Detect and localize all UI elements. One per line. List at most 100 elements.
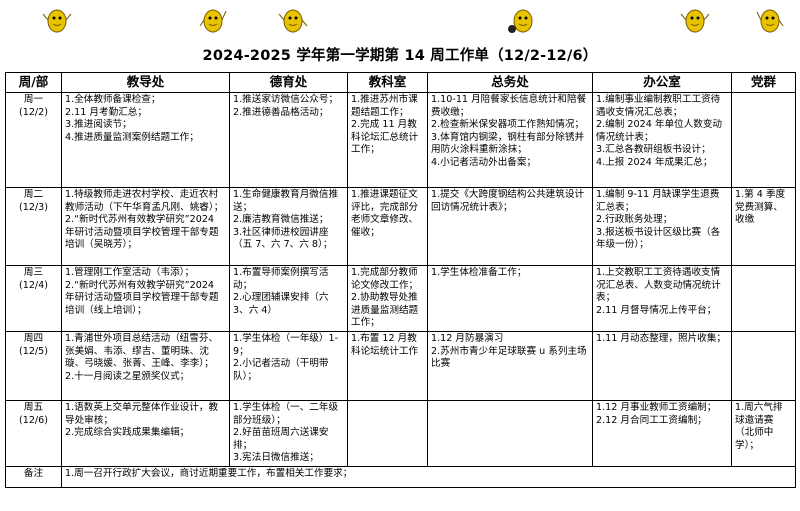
column-header: 总务处 — [427, 72, 593, 93]
task-item: 2.完成综合实践成果集编辑； — [65, 427, 190, 439]
task-item: 3.宪法日微信推送； — [233, 452, 319, 464]
task-cell: 1.推进课题征文评比，完成部分老师文章修改、催收； — [347, 187, 428, 266]
task-cell: 1.全体教师备课检查； 2.11 月考勤汇总； 3.推进阅读节； 4.推进质量监测案例… — [61, 92, 230, 188]
task-item: 2.十一月阅读之星颁奖仪式； — [65, 370, 190, 382]
task-item: 2.“新时代苏州有效教学研究”2024 年研讨活动暨项目学校管理干部专题培训（吴… — [65, 214, 219, 251]
task-item: 1.10-11 月陪餐家长信息统计和陪餐费收缴； — [431, 94, 587, 118]
task-item: 1.11 月动态整理，照片收集； — [596, 332, 726, 344]
task-item: 1.推进课题征文评比，完成部分老师文章修改、催收； — [351, 189, 419, 238]
task-item: 1.生命健康教育月微信推送； — [233, 189, 339, 213]
day-cell: 周五 (12/6) — [5, 399, 62, 467]
task-item: 1.学生体检（一、二年级部分班级）； — [233, 401, 339, 426]
task-item: 2.廉洁教育微信推送； — [233, 214, 329, 226]
task-item: 2.“新时代苏州有效教学研究”2024 年研讨活动暨项目学校管理干部专题培训（线… — [65, 279, 219, 316]
task-cell — [347, 399, 428, 467]
task-cell — [731, 265, 796, 332]
task-item: 1.完成部分教师论文修改工作； — [351, 267, 419, 291]
mascot-icon — [42, 9, 72, 33]
task-item: 1.推进苏州市课题结题工作； — [351, 94, 418, 118]
task-cell: 1.布置导师案例撰写活动； 2.心理团辅课安排（六 3、六 4） — [229, 265, 348, 332]
day-cell: 周一 (12/2) — [5, 92, 62, 188]
task-item: 4.推进质量监测案例结题工作； — [65, 131, 199, 143]
task-item: 1.周六气排球邀请赛（北师中学）； — [735, 401, 783, 451]
task-item: 2.编制 2024 年单位人数变动情况统计表； — [596, 119, 723, 143]
mascot-icon — [278, 9, 308, 33]
task-cell: 1.语数英上交单元整体作业设计，教导处审核； 2.完成综合实践成果集编辑； — [61, 399, 230, 467]
task-item: 3.体育馆内钢梁，钢柱有部分除锈并用防火涂料重新涂抹； — [431, 131, 585, 156]
task-cell: 1.完成部分教师论文修改工作； 2.协助教导处推进质量监测结题工作； — [347, 265, 428, 332]
task-item: 1.推送家访微信公众号； — [233, 94, 339, 105]
task-cell: 1.提交《大跨度钢结构公共建筑设计回访情况统计表》； — [427, 187, 593, 266]
day-date: (12/6) — [18, 414, 49, 426]
task-item: 4.小记者活动外出备案； — [431, 156, 537, 168]
task-cell: 1.12 月防暴演习 2.苏州市青少年足球联赛 u 系列主场比赛 — [427, 330, 593, 401]
task-item: 1.语数英上交单元整体作业设计，教导处审核； — [65, 401, 219, 426]
day-label: 周四 — [23, 332, 44, 344]
task-item: 2.协助教导处推进质量监测结题工作； — [351, 292, 419, 329]
task-cell: 1.管理刚工作室活动（韦添）； 2.“新时代苏州有效教学研究”2024 年研讨活动… — [61, 265, 230, 332]
task-cell: 1.学生体检（一、二年级部分班级）； 2.好苗苗班周六送课安排； 3.宪法日微信推送… — [229, 399, 348, 467]
mascot-icon — [199, 9, 227, 33]
task-item: 4.上报 2024 年成果汇总； — [596, 156, 713, 168]
task-item: 1.布置导师案例撰写活动； — [233, 267, 329, 291]
task-cell: 1.推进苏州市课题结题工作； 2.完成 11 月教科论坛汇总统计工作； — [347, 92, 428, 188]
task-cell: 1.周六气排球邀请赛（北师中学）； — [731, 399, 796, 467]
task-item: 2.11 月考勤汇总； — [65, 106, 147, 118]
task-item: 3.社区律师进校园讲座（五 7、六 7、六 8）； — [233, 226, 333, 251]
day-label: 周一 — [23, 94, 44, 105]
task-item: 1.12 月防暴演习 — [431, 332, 504, 344]
task-cell: 1.第 4 季度党费测算、收缴 — [731, 187, 796, 266]
task-item: 1.上交教职工工资待遇收支情况汇总表、人数变动情况统计表； — [596, 267, 721, 304]
day-label: 周二 — [23, 189, 44, 200]
day-label: 周五 — [23, 401, 44, 413]
task-cell — [731, 92, 796, 188]
table-row: 周一 (12/2) 1.全体教师备课检查； 2.11 月考勤汇总； 3.推进阅读节； 4.… — [5, 92, 796, 188]
day-date: (12/2) — [18, 106, 49, 118]
task-item: 2.小记者活动（干明带队）； — [233, 358, 329, 382]
note-text: 1.周一召开行政扩大会议，商讨近期重要工作，布置相关工作要求； — [61, 465, 796, 488]
day-label: 周三 — [23, 267, 44, 278]
task-item: 1.第 4 季度党费测算、收缴 — [735, 189, 786, 226]
mascot-icon — [756, 9, 784, 33]
column-header: 办公室 — [592, 72, 732, 93]
day-cell: 周四 (12/5) — [5, 330, 62, 401]
column-header: 教导处 — [61, 72, 230, 93]
task-item: 1.特级教师走进农村学校、走近农村教师活动（下午华育孟凡刚、姚睿）； — [65, 189, 224, 213]
task-item: 1.编制 9-11 月缺课学生退费汇总表； — [596, 189, 720, 213]
task-cell: 1.推送家访微信公众号； 2.推进德善品格活动； — [229, 92, 348, 188]
day-cell: 周二 (12/3) — [5, 187, 62, 266]
task-item: 2.行政账务处理； — [596, 214, 673, 226]
day-date: (12/4) — [18, 279, 49, 291]
header-row: 周/部 教导处 德育处 教科室 总务处 办公室 党群 — [5, 72, 796, 93]
task-item: 1.编制事业编制教职工工资待遇收支情况汇总表； — [596, 94, 721, 118]
task-cell: 1.生命健康教育月微信推送； 2.廉洁教育微信推送； 3.社区律师进校园讲座（五 7… — [229, 187, 348, 266]
task-cell: 1.学生体检（一年级）1-9； 2.小记者活动（干明带队）； — [229, 330, 348, 401]
task-item: 3.报送板书设计区级比赛（各年级一份）； — [596, 226, 721, 251]
note-label: 备注 — [5, 465, 62, 488]
column-header: 德育处 — [229, 72, 348, 93]
day-cell: 周三 (12/4) — [5, 265, 62, 332]
task-cell: 1.10-11 月陪餐家长信息统计和陪餐费收缴； 2.检查新米保安器项工作熟知情况… — [427, 92, 593, 188]
task-cell: 1.布置 12 月教科论坛统计工作 — [347, 330, 428, 401]
task-item: 1.青浦世外项目总结活动（纽雪芬、张美娟、韦添、缪吉、董明珠、沈璇、弓晓媛、张菁… — [65, 332, 219, 370]
task-item: 1.布置 12 月教科论坛统计工作 — [351, 332, 419, 357]
table-row: 周二 (12/3) 1.特级教师走进农村学校、走近农村教师活动（下午华育孟凡刚、姚睿… — [5, 187, 796, 266]
task-item: 3.推进阅读节； — [65, 119, 132, 131]
task-item: 1.提交《大跨度钢结构公共建筑设计回访情况统计表》； — [431, 189, 585, 213]
mascot-banner — [0, 2, 800, 36]
column-header: 教科室 — [347, 72, 428, 93]
task-item: 2.好苗苗班周六送课安排； — [233, 427, 329, 451]
task-item: 1.学生体检准备工作； — [431, 267, 527, 278]
column-header: 周/部 — [5, 72, 62, 93]
task-cell — [731, 330, 796, 401]
task-item: 1.全体教师备课检查； — [65, 94, 161, 105]
schedule-body: 周一 (12/2) 1.全体教师备课检查； 2.11 月考勤汇总； 3.推进阅读节； 4.… — [5, 92, 796, 467]
task-cell: 1.青浦世外项目总结活动（纽雪芬、张美娟、韦添、缪吉、董明珠、沈璇、弓晓媛、张菁… — [61, 330, 230, 401]
task-item: 1.12 月事业教师工资编制； — [596, 401, 717, 413]
task-cell — [427, 399, 593, 467]
task-item: 2.12 月合同工工资编制； — [596, 414, 707, 426]
task-cell: 1.12 月事业教师工资编制； 2.12 月合同工工资编制； — [592, 399, 732, 467]
note-row: 备注 1.周一召开行政扩大会议，商讨近期重要工作，布置相关工作要求； — [5, 465, 796, 488]
task-cell: 1.11 月动态整理，照片收集； — [592, 330, 732, 401]
task-cell: 1.编制事业编制教职工工资待遇收支情况汇总表； 2.编制 2024 年单位人数变动… — [592, 92, 732, 188]
